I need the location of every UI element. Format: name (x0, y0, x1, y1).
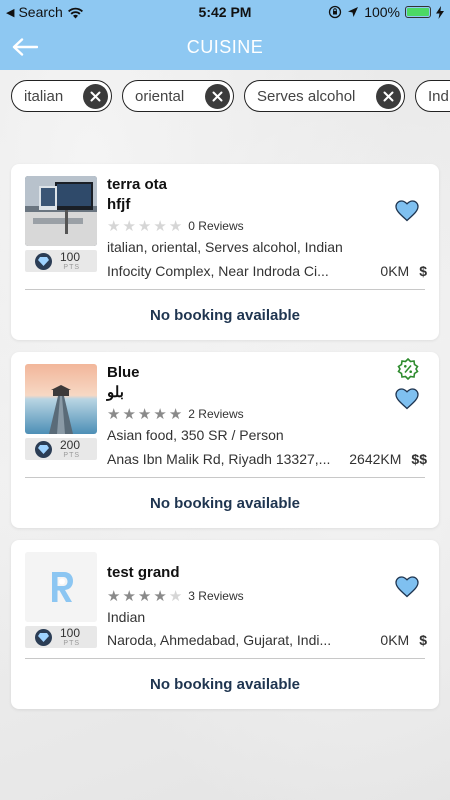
app-header: ◀ Search 5:42 PM 100% CUISINE (0, 0, 450, 70)
star-icon: ★ (107, 587, 121, 605)
battery-percent: 100% (364, 4, 400, 20)
reviews-count: 3 Reviews (188, 589, 244, 603)
location-arrow-icon (348, 7, 359, 17)
points-value: 200 (60, 438, 81, 452)
booking-button[interactable]: No booking available (11, 478, 439, 528)
favorite-heart-icon[interactable] (395, 200, 419, 222)
points-value: 100 (60, 250, 81, 264)
star-icon: ★ (122, 587, 136, 605)
booking-button[interactable]: No booking available (11, 290, 439, 340)
close-icon[interactable] (376, 83, 401, 109)
reviews-count: 2 Reviews (188, 407, 244, 421)
restaurant-card[interactable]: 200 PTS Blue بلو ★ ★ ★ ★ ★ 2 Reviews Asi… (11, 352, 439, 528)
restaurant-name: terra ota (107, 176, 168, 193)
star-icon: ★ (107, 217, 121, 235)
cuisine-list: Indian (107, 609, 146, 625)
booking-button[interactable]: No booking available (11, 659, 439, 709)
orientation-lock-icon (329, 5, 342, 19)
points-badge: 100 PTS (25, 626, 97, 648)
price-level: $$ (411, 451, 427, 467)
distance: 2642KM (349, 451, 402, 467)
cuisine-list: Asian food, 350 SR / Person (107, 427, 284, 443)
points-badge: 200 PTS (25, 438, 97, 460)
star-icon: ★ (168, 217, 183, 235)
filter-chip[interactable]: Ind (415, 80, 450, 112)
star-icon: ★ (153, 405, 167, 423)
restaurant-subname: hfjf (107, 196, 131, 213)
nav-bar: CUISINE (0, 24, 450, 70)
points-badge: 100 PTS (25, 250, 97, 272)
star-icon: ★ (137, 405, 152, 423)
reviews-count: 0 Reviews (188, 219, 244, 233)
points-label: PTS (63, 264, 81, 271)
filter-chip-label: Ind (428, 87, 449, 105)
points-label: PTS (63, 452, 81, 459)
star-icon: ★ (153, 587, 167, 605)
rating-stars: ★ ★ ★ ★ ★ 0 Reviews (107, 217, 427, 235)
star-icon: ★ (122, 217, 136, 235)
filter-chip[interactable]: italian (11, 80, 112, 112)
restaurant-image (25, 364, 97, 434)
filter-chip-label: oriental (135, 87, 185, 105)
points-value: 100 (60, 626, 81, 640)
star-icon: ★ (122, 405, 136, 423)
rating-stars: ★ ★ ★ ★ ★ 2 Reviews (107, 405, 427, 423)
wifi-icon (67, 7, 83, 18)
status-bar: ◀ Search 5:42 PM 100% (0, 0, 450, 24)
diamond-icon (35, 440, 52, 458)
restaurant-card[interactable]: 100 PTS terra ota hfjf ★ ★ ★ ★ ★ 0 Revie… (11, 164, 439, 340)
star-icon: ★ (107, 405, 121, 423)
price-level: $ (419, 632, 427, 648)
discount-badge-icon (397, 358, 419, 380)
address: Anas Ibn Malik Rd, Riyadh 13327,... (107, 451, 331, 467)
star-icon: ★ (137, 587, 152, 605)
diamond-icon (35, 628, 52, 646)
back-arrow-icon (12, 38, 38, 56)
cuisine-list: italian, oriental, Serves alcohol, India… (107, 239, 343, 255)
points-label: PTS (63, 640, 81, 647)
filter-chip-label: Serves alcohol (257, 87, 356, 105)
charging-icon (436, 5, 444, 19)
restaurant-logo-icon (25, 552, 97, 622)
star-icon: ★ (153, 217, 167, 235)
address: Infocity Complex, Near Indroda Ci... (107, 263, 329, 279)
favorite-heart-icon[interactable] (395, 388, 419, 410)
restaurant-name: Blue (107, 364, 140, 381)
filter-chip-label: italian (24, 87, 64, 105)
address: Naroda, Ahmedabad, Gujarat, Indi... (107, 632, 332, 648)
back-app-label[interactable]: Search (18, 4, 62, 20)
star-icon: ★ (137, 217, 152, 235)
battery-icon (405, 6, 431, 18)
diamond-icon (35, 252, 52, 270)
restaurant-subname: بلو (107, 384, 124, 401)
back-button[interactable] (0, 24, 50, 70)
filter-chip[interactable]: oriental (122, 80, 234, 112)
close-icon[interactable] (83, 83, 108, 109)
filter-chips: italian oriental Serves alcohol Ind (0, 70, 450, 122)
distance: 0KM (380, 632, 410, 648)
price-level: $ (419, 263, 427, 279)
close-icon[interactable] (205, 83, 230, 109)
restaurant-list: 100 PTS terra ota hfjf ★ ★ ★ ★ ★ 0 Revie… (0, 164, 450, 709)
back-arrow-small-icon[interactable]: ◀ (6, 6, 14, 19)
page-title: CUISINE (186, 36, 264, 57)
favorite-heart-icon[interactable] (395, 576, 419, 598)
distance: 0KM (380, 263, 410, 279)
restaurant-card[interactable]: 100 PTS test grand ★ ★ ★ ★ ★ 3 Reviews I… (11, 540, 439, 709)
restaurant-name: test grand (107, 564, 180, 581)
restaurant-image (25, 176, 97, 246)
star-icon: ★ (168, 587, 183, 605)
status-time: 5:42 PM (198, 4, 252, 20)
restaurant-image (25, 552, 97, 622)
star-icon: ★ (168, 405, 183, 423)
filter-chip[interactable]: Serves alcohol (244, 80, 405, 112)
rating-stars: ★ ★ ★ ★ ★ 3 Reviews (107, 587, 427, 605)
